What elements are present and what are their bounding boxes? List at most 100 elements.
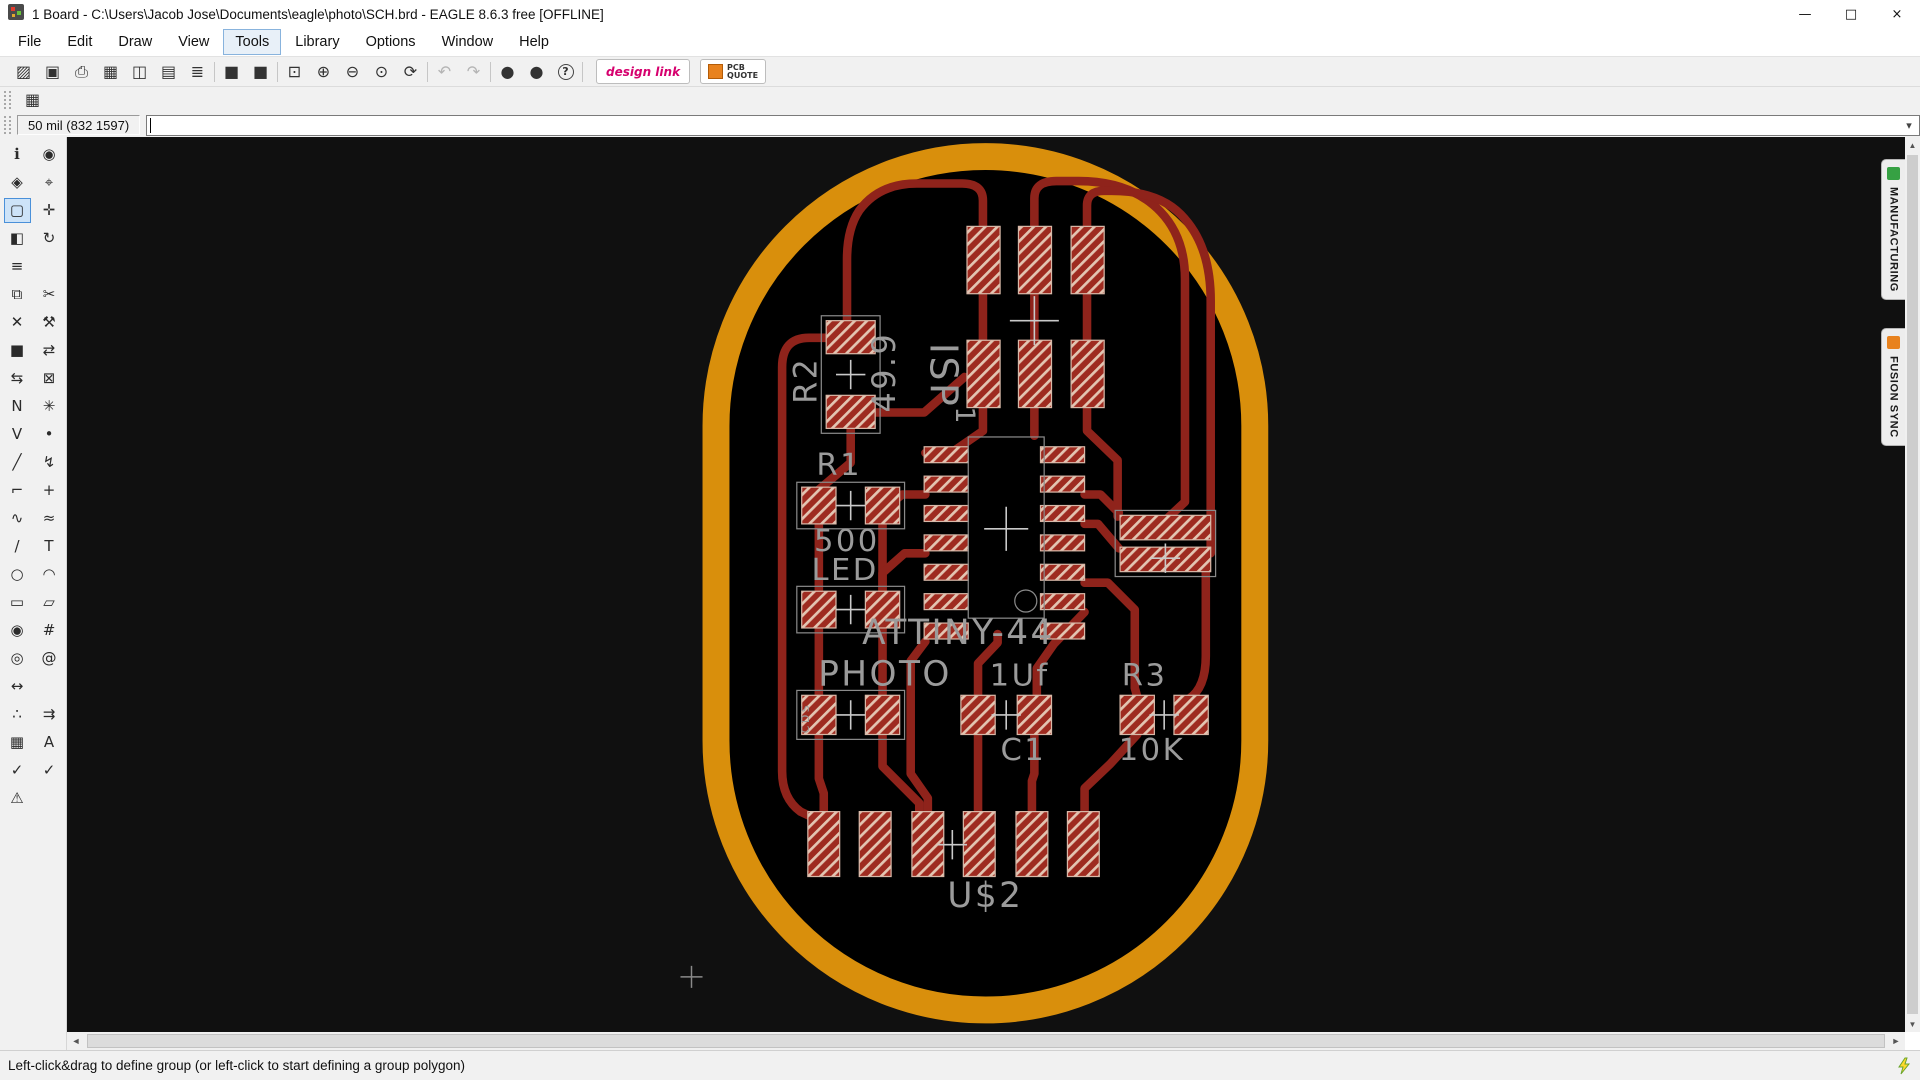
vertical-scrollbar[interactable]: ▲ ▼	[1905, 137, 1920, 1032]
cut-tool[interactable]: ✂	[36, 282, 63, 307]
zoom-out-icon[interactable]: ⊖	[339, 59, 366, 85]
meander-tool[interactable]: ≈	[36, 506, 63, 531]
ripup-tool[interactable]: ↯	[36, 450, 63, 475]
auto-place-tool[interactable]: ∴	[4, 702, 31, 727]
vertical-scroll-thumb[interactable]	[1907, 155, 1918, 1014]
image-export-icon[interactable]: ◫	[126, 59, 153, 85]
cam-processor-icon[interactable]: ▦	[97, 59, 124, 85]
zoom-select-icon[interactable]: ⊙	[368, 59, 395, 85]
hole-tool[interactable]: ◎	[4, 646, 31, 671]
pinswap-tool[interactable]: ⇄	[36, 338, 63, 363]
move-tool[interactable]: ✛	[36, 198, 63, 223]
change-tool[interactable]: ⚒	[36, 310, 63, 335]
replace-tool[interactable]: ⇆	[4, 366, 31, 391]
tab-manufacturing[interactable]: MANUFACTURING	[1881, 159, 1905, 300]
help-icon[interactable]: ?	[552, 59, 579, 85]
miter-tool[interactable]: ⌐	[4, 478, 31, 503]
menu-library[interactable]: Library	[283, 29, 352, 55]
zoom-in-icon[interactable]: ⊕	[310, 59, 337, 85]
layers-icon[interactable]: ■	[247, 59, 274, 85]
minimize-button[interactable]: —	[1782, 0, 1828, 28]
menu-view[interactable]: View	[166, 29, 222, 55]
zoom-fit-icon[interactable]: ⊡	[281, 59, 308, 85]
polygon-tool[interactable]: ▱	[36, 590, 63, 615]
horizontal-scroll-thumb[interactable]	[87, 1034, 1885, 1048]
drc-tool[interactable]: ✓	[36, 758, 63, 783]
signal-tool[interactable]: #	[36, 618, 63, 643]
splice-tool[interactable]: +	[36, 478, 63, 503]
menu-draw[interactable]: Draw	[106, 29, 165, 55]
horizontal-scrollbar[interactable]: ◄ ►	[67, 1032, 1905, 1050]
pcb-canvas[interactable]: R2 49.9 ISP 1 R1 500 LED ATTINY-44 PHOTO…	[67, 137, 1905, 1032]
erc-tool[interactable]: ✓	[4, 758, 31, 783]
design-link-button[interactable]: design link	[596, 59, 691, 84]
autorouter-tool[interactable]: ⇉	[36, 702, 63, 727]
delete-tool[interactable]: ✕	[4, 310, 31, 335]
ratsnest-tool[interactable]: ↔	[4, 674, 31, 699]
separator	[276, 59, 279, 85]
paste-tool[interactable]: ■	[4, 338, 31, 363]
grid-button[interactable]: ▦	[19, 87, 46, 113]
horizontal-scroll-track[interactable]	[85, 1032, 1887, 1050]
route-tool[interactable]: ╱	[4, 450, 31, 475]
mirror-tool[interactable]: ◧	[4, 226, 31, 251]
text-tool[interactable]: T	[36, 534, 63, 559]
align-tool[interactable]: ≡	[4, 254, 31, 279]
scroll-down-arrow[interactable]: ▼	[1905, 1016, 1920, 1032]
mark-tool[interactable]: ⌖	[36, 170, 63, 195]
menu-tools[interactable]: Tools	[223, 29, 282, 55]
circle-tool[interactable]: ○	[4, 562, 31, 587]
display-tool[interactable]: ◈	[4, 170, 31, 195]
scroll-right-arrow[interactable]: ►	[1887, 1032, 1905, 1050]
vertical-scroll-track[interactable]	[1905, 153, 1920, 1016]
tab-fusion-sync[interactable]: FUSION SYNC	[1881, 328, 1905, 446]
value-tool[interactable]: V	[4, 422, 31, 447]
pcb-quote-button[interactable]: PCB QUOTE	[700, 59, 767, 84]
undo-icon[interactable]: ↶	[431, 59, 458, 85]
sheet-icon[interactable]: ▤	[155, 59, 182, 85]
redo-icon[interactable]: ↷	[460, 59, 487, 85]
stop-icon[interactable]: ●	[494, 59, 521, 85]
scroll-left-arrow[interactable]: ◄	[67, 1032, 85, 1050]
wire-tool[interactable]: /	[4, 534, 31, 559]
rotate-tool[interactable]: ↻	[36, 226, 63, 251]
toolbar-grip[interactable]	[4, 116, 11, 134]
menu-help[interactable]: Help	[507, 29, 561, 55]
menu-edit[interactable]: Edit	[55, 29, 105, 55]
via-tool[interactable]: ◉	[4, 618, 31, 643]
smash-tool[interactable]: ✳	[36, 394, 63, 419]
menu-window[interactable]: Window	[429, 29, 506, 55]
schematic-icon[interactable]: ■	[218, 59, 245, 85]
open-board-icon[interactable]: ▨	[10, 59, 37, 85]
info-tool[interactable]: ℹ	[4, 142, 31, 167]
split-tool[interactable]: ∿	[4, 506, 31, 531]
show-tool[interactable]: ◉	[36, 142, 63, 167]
zoom-redraw-icon[interactable]: ⟳	[397, 59, 424, 85]
rect-tool[interactable]: ▭	[4, 590, 31, 615]
run-icon[interactable]: ●	[523, 59, 550, 85]
command-input[interactable]: ▾	[146, 114, 1920, 136]
optimize-tool[interactable]: •	[36, 422, 63, 447]
arc-tool[interactable]: ◠	[36, 562, 63, 587]
scroll-up-arrow[interactable]: ▲	[1905, 137, 1920, 153]
menu-options[interactable]: Options	[353, 29, 428, 55]
command-dropdown-arrow[interactable]: ▾	[1901, 116, 1917, 135]
attribute-tool[interactable]: @	[36, 646, 63, 671]
separator	[489, 59, 492, 85]
toolbar-grip[interactable]	[4, 91, 11, 109]
layer-settings-icon[interactable]: ≣	[184, 59, 211, 85]
drc-board-tool[interactable]: ▦	[4, 730, 31, 755]
maximize-button[interactable]: □	[1828, 0, 1874, 28]
save-icon[interactable]: ▣	[39, 59, 66, 85]
group-tool[interactable]: ▢	[3, 198, 31, 223]
print-icon[interactable]: ⎙	[68, 59, 95, 85]
label-photo-part: CDS	[799, 703, 812, 733]
menu-file[interactable]: File	[6, 29, 54, 55]
name-tool[interactable]: N	[4, 394, 31, 419]
lock-tool[interactable]: ⊠	[36, 366, 63, 391]
close-button[interactable]: ×	[1874, 0, 1920, 28]
warning-icon[interactable]: ⚠	[4, 786, 31, 811]
label-r3-value: 10K	[1119, 733, 1185, 768]
copy-tool[interactable]: ⧉	[4, 282, 31, 307]
annotate-tool[interactable]: A	[36, 730, 63, 755]
